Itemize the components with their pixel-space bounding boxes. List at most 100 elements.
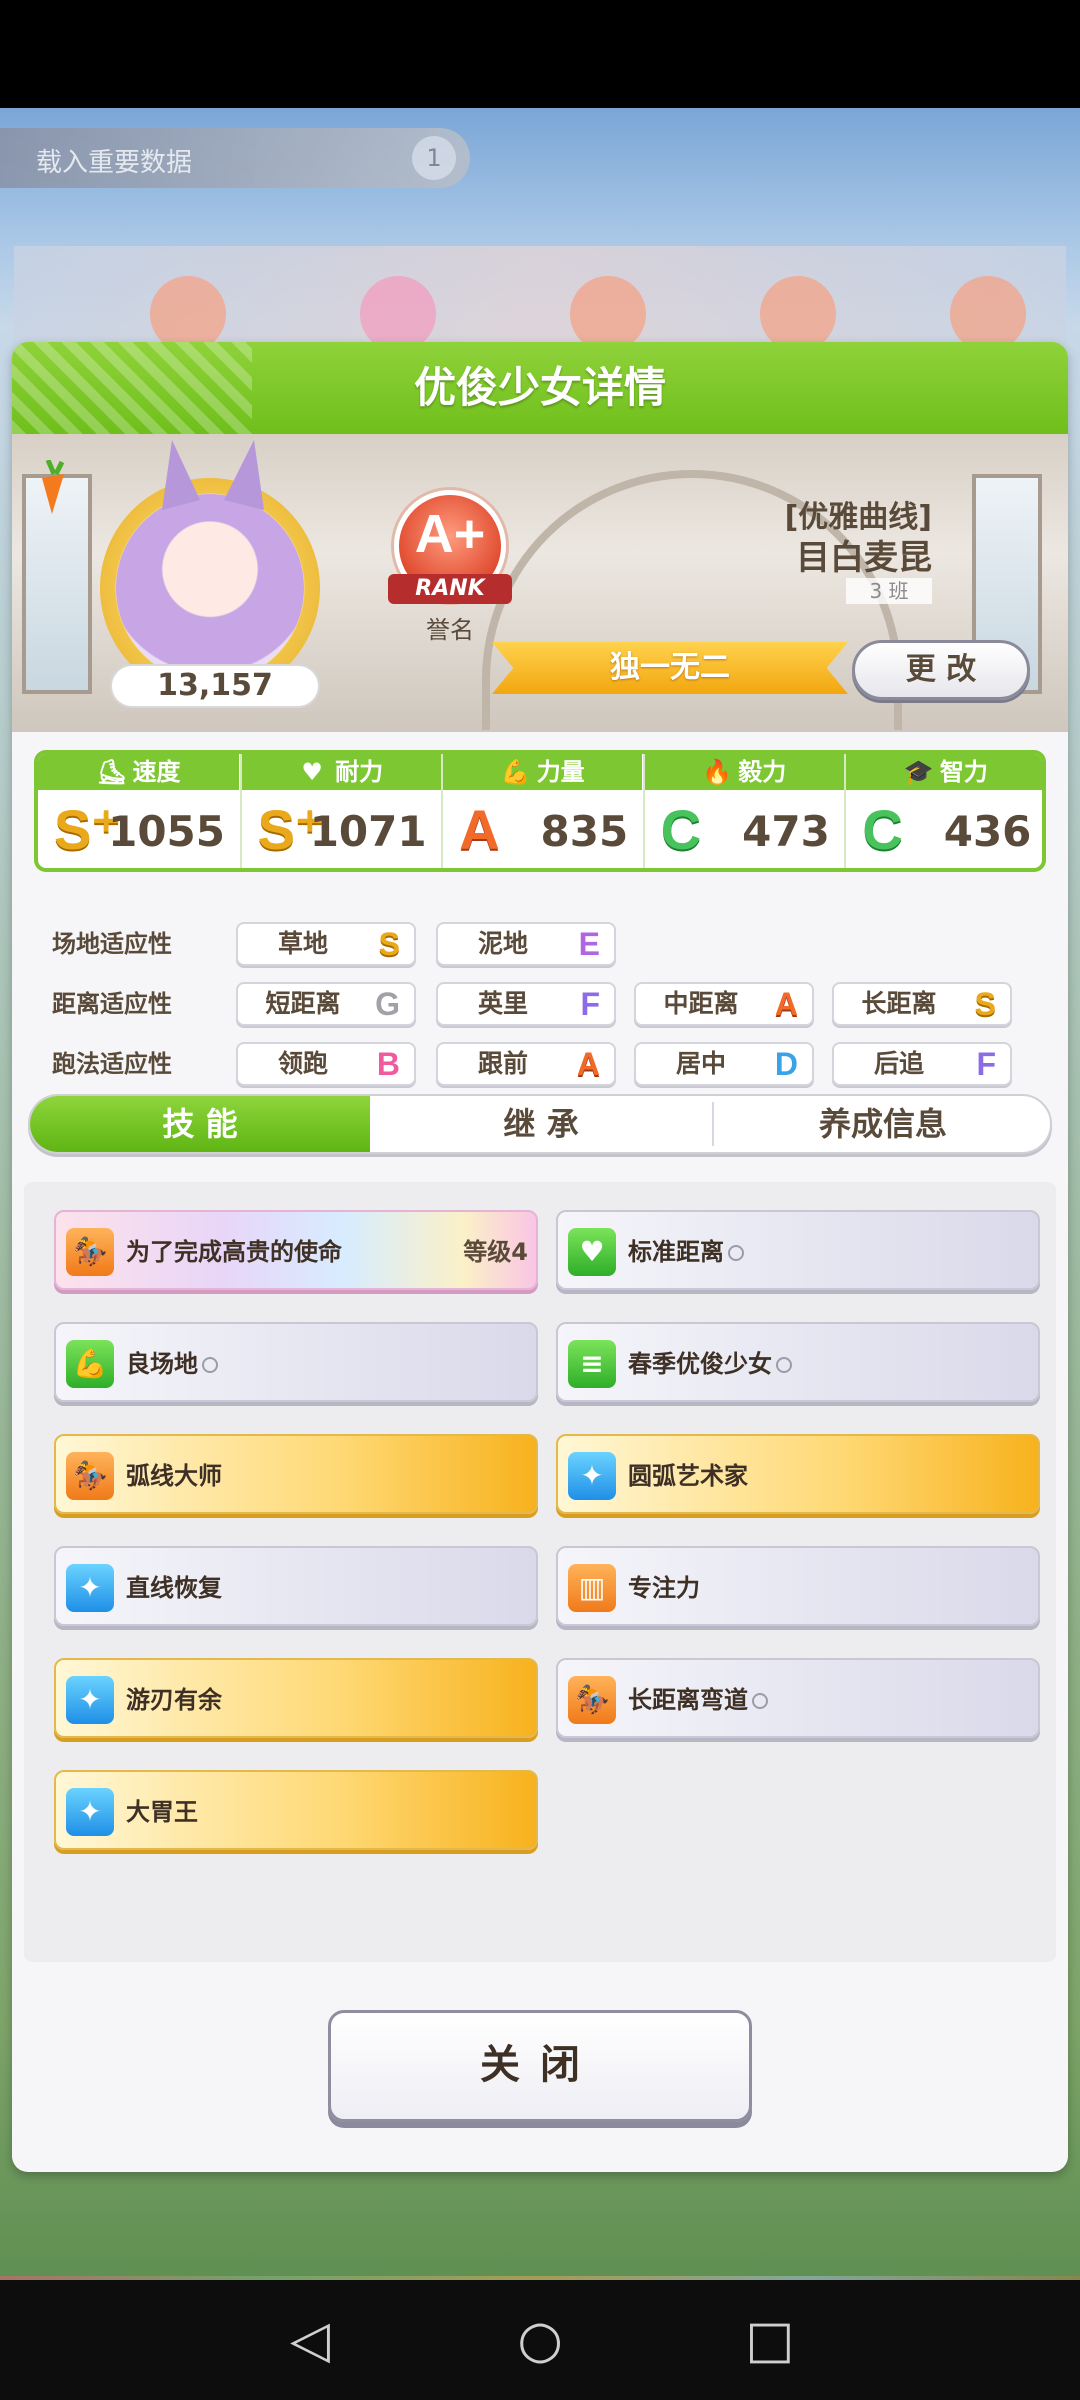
dialog-title: 优俊少女详情 — [413, 363, 666, 412]
skill-name-row: 专注力 — [628, 1548, 700, 1628]
tab-training-info[interactable]: 养成信息 — [714, 1096, 1050, 1152]
background-character — [760, 276, 836, 352]
aptitude-grade: D — [774, 1046, 798, 1082]
aptitude-name: 后追 — [873, 1049, 924, 1078]
aptitude-name: 领跑 — [277, 1049, 328, 1078]
style-aptitude-chip: 领跑 B — [236, 1042, 416, 1086]
back-icon[interactable]: ◁ — [278, 2308, 342, 2372]
heart-icon: ♥ — [301, 758, 323, 786]
skill-card[interactable]: ≡ 春季优俊少女 — [556, 1322, 1040, 1402]
background-character — [150, 276, 226, 352]
skill-name: 标准距离 — [628, 1238, 724, 1266]
skill-name-row: 大胃王 — [126, 1772, 198, 1852]
stat-header: ⛸ 速度 — [38, 754, 239, 790]
skill-card[interactable]: 🏇 弧线大师 — [54, 1434, 538, 1514]
stat-column: 💪 力量 A 835 — [441, 754, 643, 868]
stat-label: 速度 — [132, 758, 181, 786]
style-aptitude-chip: 后追 F — [832, 1042, 1012, 1086]
skill-name: 直线恢复 — [126, 1574, 222, 1602]
recents-icon[interactable]: □ — [738, 2308, 802, 2372]
rank-caption: 誉名 — [426, 616, 474, 644]
aptitude-grade: S — [378, 926, 400, 962]
skill-card[interactable]: ✦ 直线恢复 — [54, 1546, 538, 1626]
close-button[interactable]: 关闭 — [328, 2010, 752, 2122]
stat-label: 力量 — [536, 758, 585, 786]
stat-value: 1055 — [108, 807, 225, 856]
aptitude-grade: G — [375, 986, 400, 1022]
skill-name-row: 弧线大师 — [126, 1436, 222, 1516]
detail-tabs: 技 能 继 承 养成信息 — [28, 1094, 1052, 1154]
stat-label: 智力 — [939, 758, 988, 786]
style-aptitude-chip: 跟前 A — [436, 1042, 616, 1086]
skill-card[interactable]: ✦ 圆弧艺术家 — [556, 1434, 1040, 1514]
stat-column: 🎓 智力 C 436 — [844, 754, 1042, 868]
sparkle-icon: ✦ — [66, 1564, 114, 1612]
skill-name: 良场地 — [126, 1350, 198, 1378]
skill-name-row: 良场地 — [126, 1324, 218, 1404]
skill-name-row: 长距离弯道 — [628, 1660, 768, 1740]
change-title-button[interactable]: 更 改 — [852, 640, 1030, 700]
navigation-bar: ◁ ○ □ — [0, 2280, 1080, 2400]
skill-name-row: 圆弧艺术家 — [628, 1436, 748, 1516]
aptitude-grade: B — [376, 1046, 400, 1082]
rank-ribbon: RANK — [388, 574, 512, 604]
skill-name-row: 标准距离 — [628, 1212, 744, 1292]
aptitude-grade: F — [976, 1046, 996, 1082]
character-hero: 13,157 A+ RANK 誉名 [优雅曲线] 目白麦昆 3 班 独一无二 更… — [12, 434, 1068, 732]
skill-card[interactable]: ✦ 大胃王 — [54, 1770, 538, 1850]
heart-icon: ♥ — [568, 1228, 616, 1276]
runner-icon: 🏇 — [568, 1676, 616, 1724]
status-bar — [0, 0, 1080, 108]
background-banner: 载入重要数据 1 — [0, 128, 470, 188]
stat-column: ♥ 耐力 S⁺ 1071 — [239, 754, 441, 868]
skill-card[interactable]: ✦ 游刃有余 — [54, 1658, 538, 1738]
circle-icon — [728, 1245, 744, 1261]
aptitude-grade: A — [774, 986, 798, 1022]
skill-card[interactable]: ▥ 专注力 — [556, 1546, 1040, 1626]
stat-label: 毅力 — [738, 758, 787, 786]
carrot-icon — [42, 460, 65, 514]
skill-card[interactable]: 💪 良场地 — [54, 1322, 538, 1402]
stat-header: ♥ 耐力 — [241, 754, 441, 790]
skill-name-row: 为了完成高贵的使命 — [126, 1212, 342, 1292]
aptitude-name: 草地 — [277, 929, 328, 958]
sparkle-icon: ✦ — [66, 1788, 114, 1836]
aptitude-name: 长距离 — [861, 989, 937, 1018]
skill-card[interactable]: 🏇 长距离弯道 — [556, 1658, 1040, 1738]
skill-card[interactable]: ♥ 标准距离 — [556, 1210, 1040, 1290]
skill-name: 春季优俊少女 — [628, 1350, 772, 1378]
background-character — [570, 276, 646, 352]
stat-grade: C — [660, 798, 702, 861]
distance-aptitude-chip: 中距离 A — [634, 982, 814, 1026]
skill-name: 游刃有余 — [126, 1686, 222, 1714]
tab-inheritance[interactable]: 继 承 — [370, 1096, 712, 1152]
skill-name: 大胃王 — [126, 1798, 198, 1826]
stat-label: 耐力 — [335, 758, 384, 786]
skill-card[interactable]: 🏇 为了完成高贵的使命 等级4 — [54, 1210, 538, 1290]
circle-icon — [776, 1357, 792, 1373]
aptitude-grade: S — [974, 986, 996, 1022]
character-avatar[interactable] — [116, 494, 304, 682]
distance-aptitude-chip: 英里 F — [436, 982, 616, 1026]
evaluation-score: 13,157 — [110, 664, 320, 708]
aptitude-name: 跟前 — [477, 1049, 528, 1078]
skill-name-row: 游刃有余 — [126, 1660, 222, 1740]
home-icon[interactable]: ○ — [508, 2308, 572, 2372]
skill-name: 弧线大师 — [126, 1462, 222, 1490]
stat-value: 473 — [742, 807, 830, 856]
stat-header: 🔥 毅力 — [644, 754, 844, 790]
stat-column: 🔥 毅力 C 473 — [642, 754, 844, 868]
muscle-icon: 💪 — [66, 1340, 114, 1388]
tab-skills[interactable]: 技 能 — [30, 1096, 370, 1152]
character-name: 目白麦昆 — [796, 538, 932, 578]
style-aptitude-chip: 居中 D — [634, 1042, 814, 1086]
track-aptitude-chip: 泥地 E — [436, 922, 616, 966]
muscle-icon: 💪 — [500, 758, 531, 786]
sparkle-icon: ✦ — [568, 1452, 616, 1500]
skill-name-row: 春季优俊少女 — [628, 1324, 792, 1404]
horse-ears-icon — [162, 440, 264, 510]
dialog-header: 优俊少女详情 — [12, 342, 1068, 434]
speed-icon: ⛸ — [96, 758, 127, 786]
aptitude-grade: F — [580, 986, 600, 1022]
background-banner-badge: 1 — [412, 136, 456, 180]
